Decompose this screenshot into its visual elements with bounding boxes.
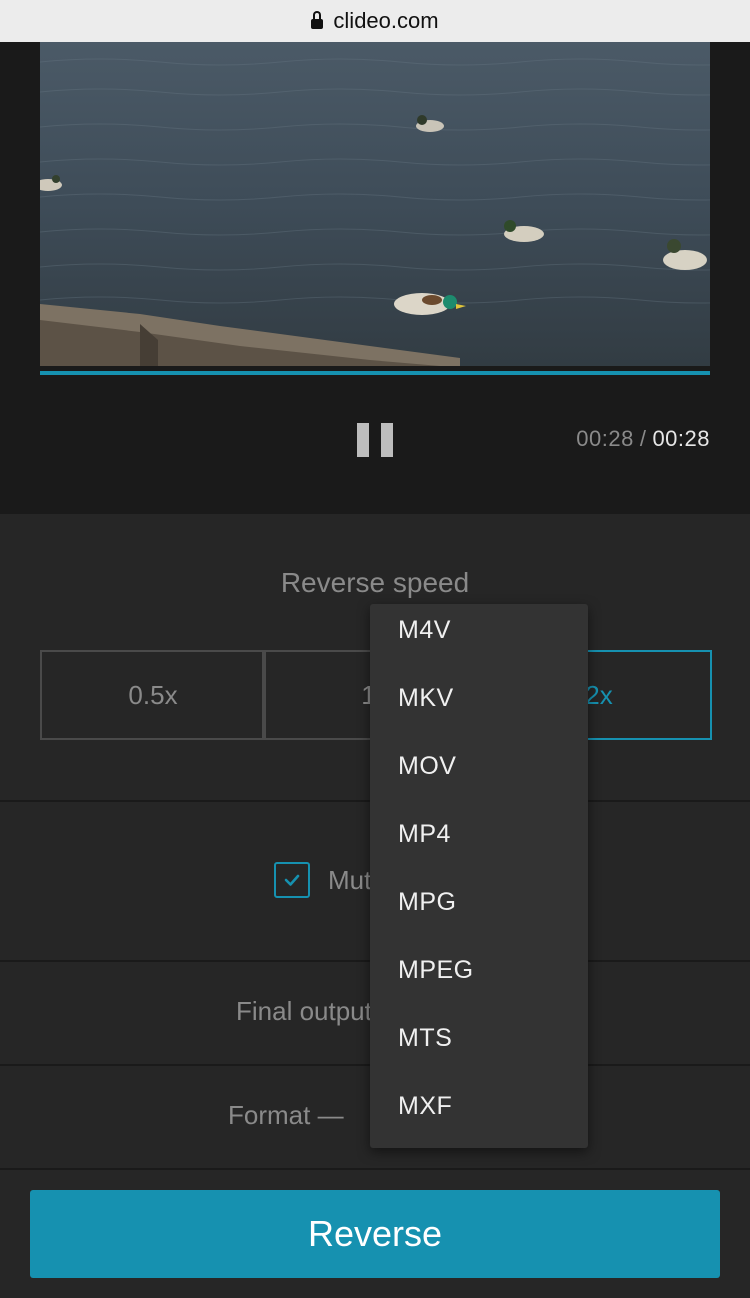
format-option-mxf[interactable]: MXF: [398, 1092, 452, 1121]
playback-progress-bar[interactable]: [40, 371, 710, 375]
lock-icon: [311, 11, 324, 29]
video-frame-image: [40, 42, 710, 366]
video-player: 00:28/00:28: [0, 42, 750, 514]
format-option-m4v[interactable]: M4V: [398, 616, 451, 645]
time-separator: /: [639, 426, 647, 451]
final-output-label: Final output: [236, 996, 372, 1026]
total-duration: 00:28: [652, 426, 710, 451]
format-option-mpg[interactable]: MPG: [398, 888, 456, 917]
format-option-mts[interactable]: MTS: [398, 1024, 452, 1053]
speed-title: Reverse speed: [280, 567, 470, 598]
speed-option-0-5x[interactable]: 0.5x: [40, 650, 266, 740]
browser-address-bar[interactable]: clideo.com: [0, 0, 750, 42]
format-option-mp4[interactable]: MP4: [398, 820, 451, 849]
format-option-mpeg[interactable]: MPEG: [398, 956, 474, 985]
mute-checkbox[interactable]: [274, 862, 310, 898]
format-dropdown[interactable]: M4V MKV MOV MP4 MPG MPEG MTS MXF: [370, 604, 588, 1148]
pause-button[interactable]: [357, 423, 393, 457]
checkmark-icon: [284, 874, 300, 886]
format-option-mkv[interactable]: MKV: [398, 684, 454, 713]
time-display: 00:28/00:28: [576, 426, 710, 452]
current-time: 00:28: [576, 426, 634, 451]
format-option-mov[interactable]: MOV: [398, 752, 456, 781]
reverse-button[interactable]: Reverse: [30, 1190, 720, 1278]
url-text: clideo.com: [333, 8, 439, 33]
pause-icon: [357, 423, 369, 457]
section-divider: [0, 1168, 750, 1170]
format-label: Format —: [228, 1100, 344, 1130]
video-frame[interactable]: [40, 42, 710, 366]
